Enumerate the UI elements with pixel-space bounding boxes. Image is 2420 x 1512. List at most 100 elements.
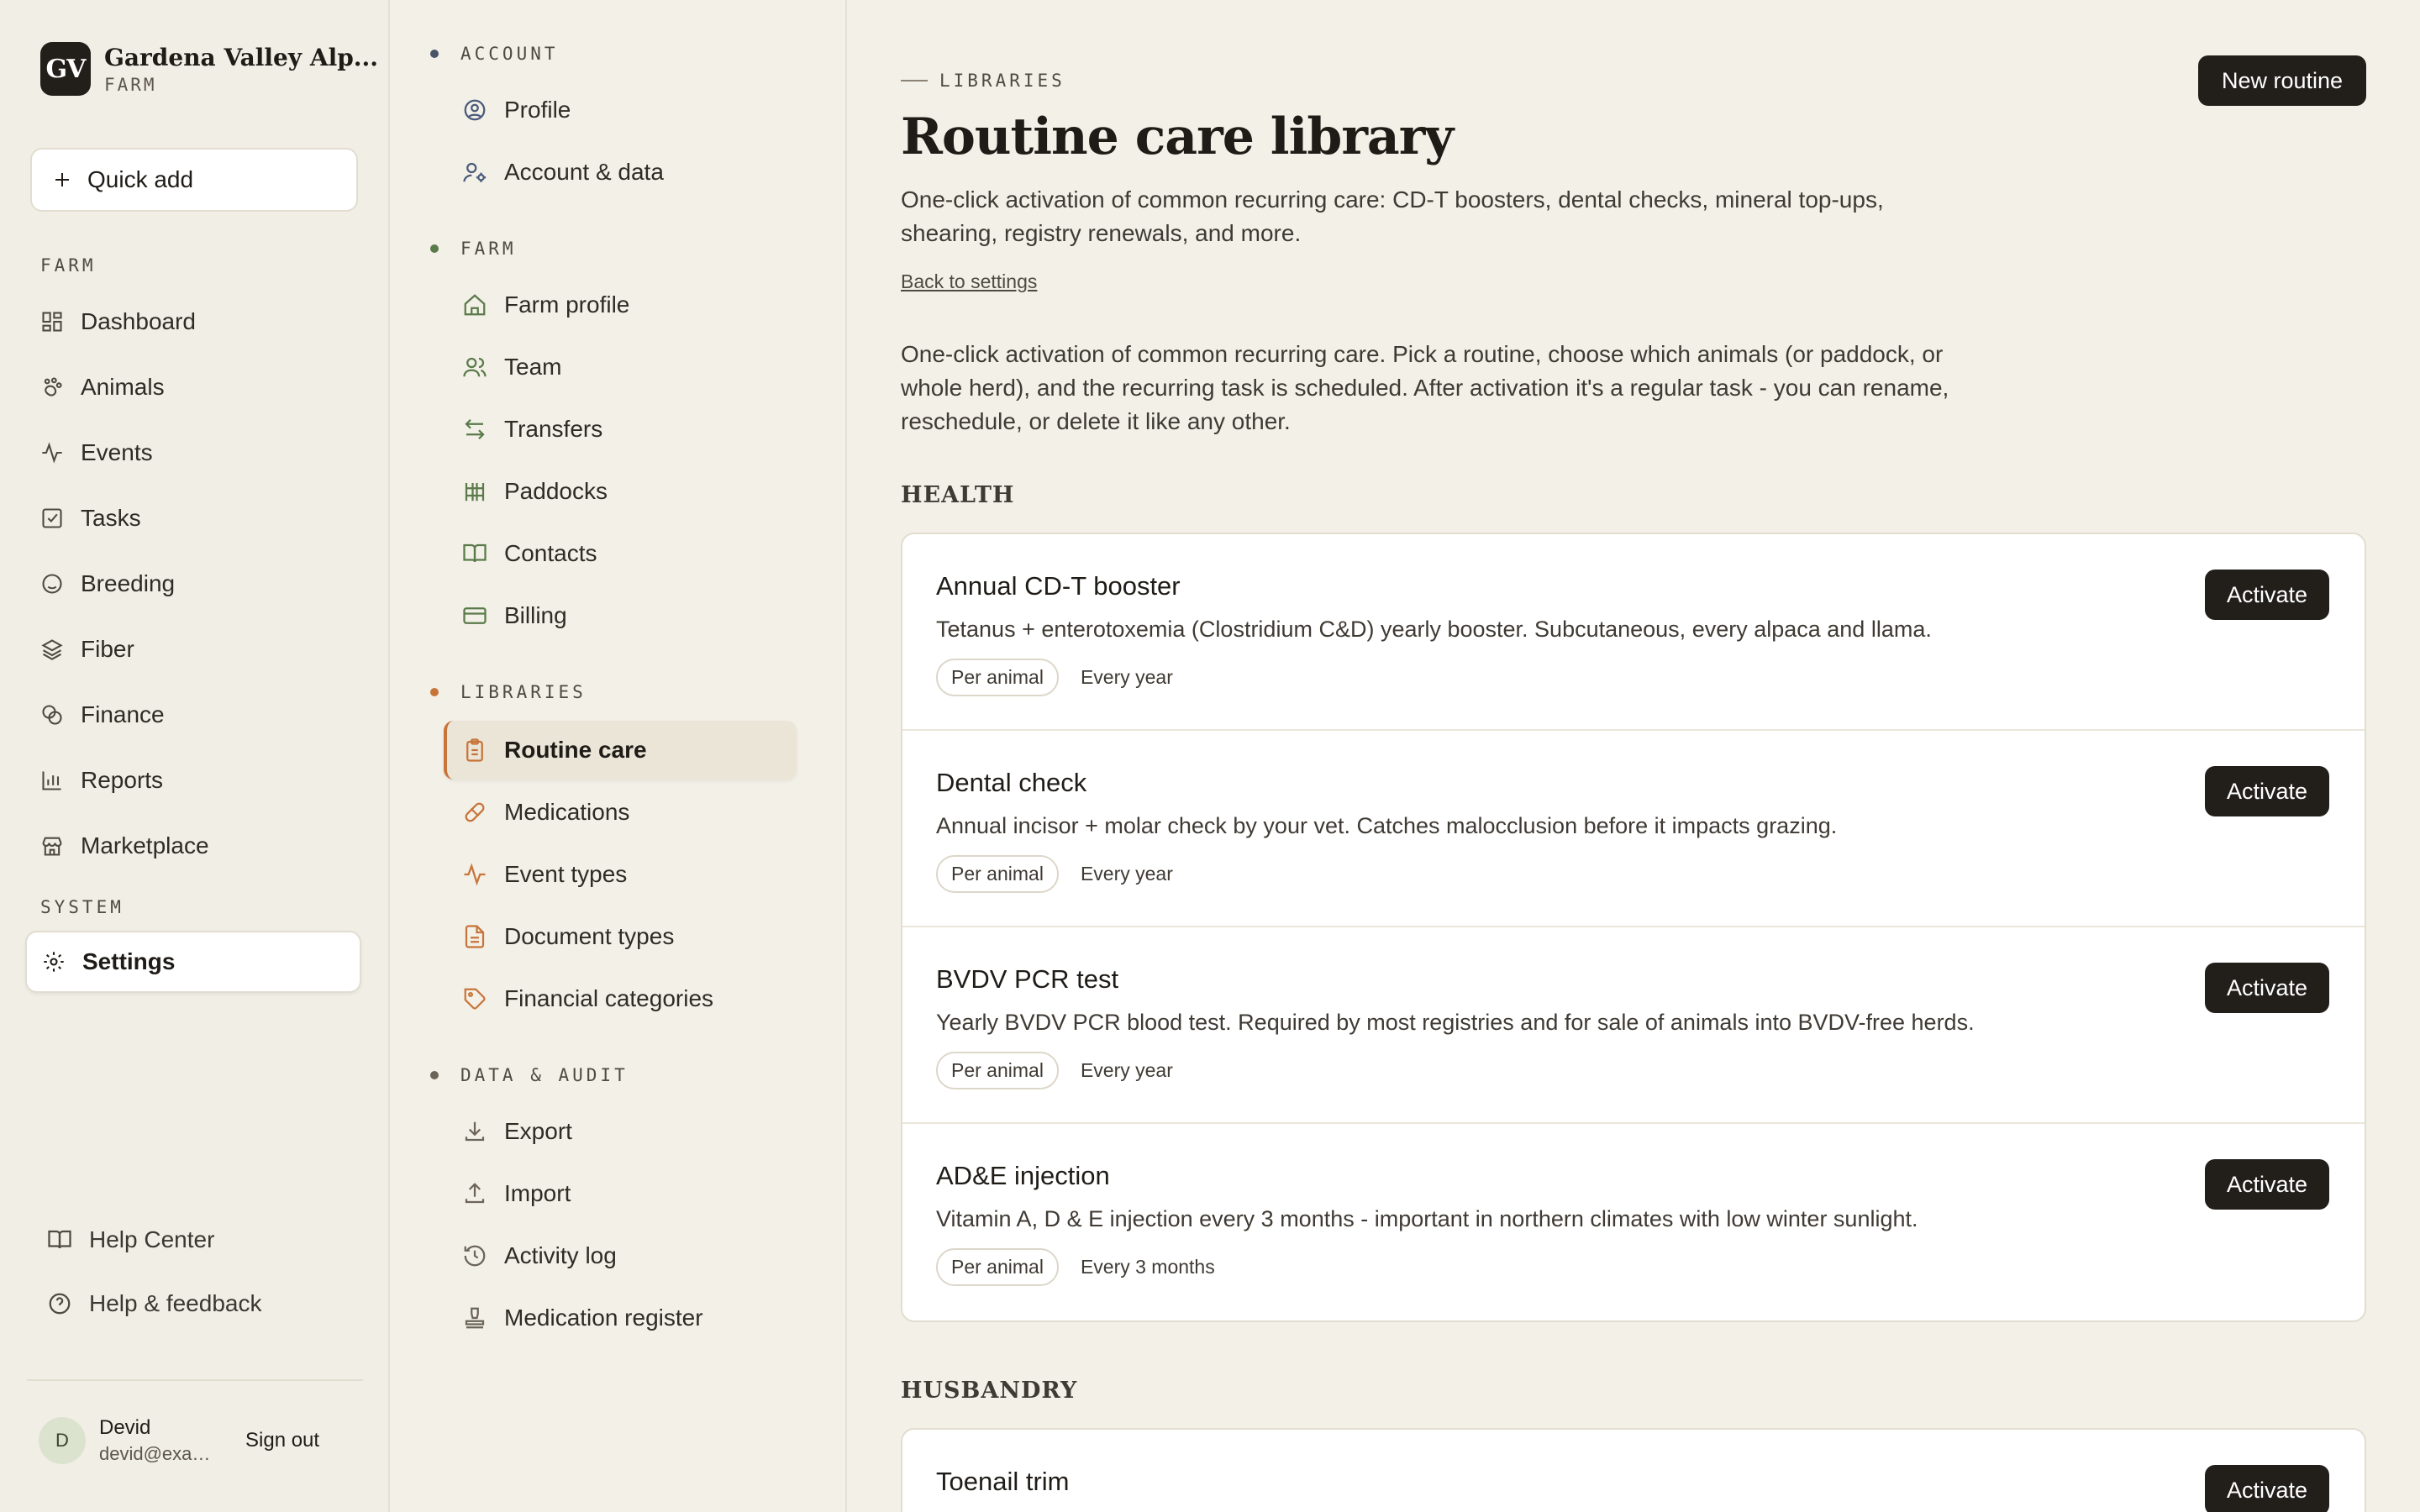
subnav-item-paddocks[interactable]: Paddocks (444, 462, 797, 521)
subnav-item-team[interactable]: Team (444, 338, 797, 396)
subnav-item-label: Transfers (504, 416, 603, 442)
bar-chart-icon (42, 771, 61, 790)
sidebar-item-label: Tasks (81, 505, 141, 531)
routine-title: BVDV PCR test (936, 964, 1119, 994)
new-routine-button[interactable]: New routine (2198, 55, 2366, 106)
activate-button[interactable]: Activate (2205, 570, 2329, 620)
sidebar-item-tasks[interactable]: Tasks (25, 487, 361, 549)
subnav-item-label: Profile (504, 97, 571, 123)
subnav-item-import[interactable]: Import (444, 1164, 797, 1223)
page-title: Routine care library (901, 108, 1454, 166)
subnav-item-export[interactable]: Export (444, 1102, 797, 1161)
subnav-item-financial-categories[interactable]: Financial categories (444, 969, 797, 1028)
subnav-item-farm-profile[interactable]: Farm profile (444, 276, 797, 334)
subnav-section-account: ACCOUNT (430, 44, 559, 64)
routine-list-husbandry: Toenail trim Activate (901, 1428, 2366, 1512)
subnav-item-label: Medication register (504, 1305, 703, 1331)
quick-add-label: Quick add (87, 166, 194, 192)
quick-add-button[interactable]: Quick add (30, 148, 358, 212)
subnav-item-event-types[interactable]: Event types (444, 845, 797, 904)
scope-badge: Per animal (936, 1248, 1059, 1286)
subnav-item-label: Team (504, 354, 562, 380)
farm-type-label: FARM (104, 74, 157, 95)
subnav-section-title: LIBRARIES (460, 682, 587, 702)
sidebar-item-reports[interactable]: Reports (25, 749, 361, 811)
subnav-item-label: Document types (504, 923, 675, 949)
routine-card: BVDV PCR test Yearly BVDV PCR blood test… (902, 927, 2365, 1124)
sidebar-item-animals[interactable]: Animals (25, 356, 361, 418)
subnav-item-label: Account & data (504, 159, 664, 185)
page-eyebrow: LIBRARIES (901, 71, 1065, 91)
routine-card: AD&E injection Vitamin A, D & E injectio… (902, 1124, 2365, 1320)
check-square-icon (42, 508, 62, 528)
subnav-item-label: Billing (504, 602, 567, 628)
activate-button[interactable]: Activate (2205, 766, 2329, 816)
fence-icon (465, 483, 485, 501)
farm-switcher[interactable]: GV Gardena Valley Alp... FARM (40, 42, 378, 96)
subnav-item-profile[interactable]: Profile (444, 81, 797, 139)
activate-button[interactable]: Activate (2205, 963, 2329, 1013)
settings-subnav: ACCOUNT Profile Account & data FARM Farm… (390, 0, 847, 1512)
sidebar-item-events[interactable]: Events (25, 422, 361, 484)
sidebar-item-label: Breeding (81, 570, 176, 596)
subnav-item-routine-care[interactable]: Routine care (444, 721, 797, 780)
routine-description: Tetanus + enterotoxemia (Clostridium C&D… (936, 617, 1932, 642)
sidebar-item-dashboard[interactable]: Dashboard (25, 291, 361, 353)
routine-card: Annual CD-T booster Tetanus + enterotoxe… (902, 534, 2365, 731)
activity-icon (464, 863, 486, 886)
subnav-item-medication-register[interactable]: Medication register (444, 1289, 797, 1347)
sidebar-divider (27, 1379, 363, 1381)
subnav-item-activity-log[interactable]: Activity log (444, 1226, 797, 1285)
routine-title: AD&E injection (936, 1161, 1110, 1190)
file-text-icon (465, 925, 485, 948)
routine-card: Toenail trim Activate (902, 1430, 2365, 1512)
intro-text: One-click activation of common recurring… (901, 341, 1949, 434)
subnav-item-label: Import (504, 1180, 571, 1206)
sidebar-item-finance[interactable]: Finance (25, 684, 361, 746)
help-center-link[interactable]: Help Center (47, 1226, 214, 1253)
sidebar-item-label: Reports (81, 767, 164, 793)
subnav-item-label: Medications (504, 799, 630, 825)
sidebar-section-farm: FARM (40, 255, 97, 276)
subnav-section-farm: FARM (430, 239, 517, 259)
section-dot (430, 244, 439, 253)
subnav-item-document-types[interactable]: Document types (444, 907, 797, 966)
sidebar-item-fiber[interactable]: Fiber (25, 618, 361, 680)
help-feedback-link[interactable]: Help & feedback (47, 1290, 261, 1317)
store-icon (42, 837, 62, 856)
sidebar-item-label: Fiber (81, 636, 134, 662)
subnav-item-account-data[interactable]: Account & data (444, 143, 797, 202)
frequency-label: Every year (1080, 666, 1173, 688)
subnav-item-contacts[interactable]: Contacts (444, 524, 797, 583)
sign-out-button[interactable]: Sign out (245, 1429, 319, 1452)
activate-button[interactable]: Activate (2205, 1465, 2329, 1512)
credit-card-icon (463, 607, 487, 624)
subnav-item-label: Paddocks (504, 478, 608, 504)
farm-name: Gardena Valley Alp... (104, 43, 379, 71)
subnav-section-libraries: LIBRARIES (430, 682, 587, 702)
home-icon (464, 294, 486, 316)
routine-description: Vitamin A, D & E injection every 3 month… (936, 1206, 1918, 1231)
upload-icon (465, 1183, 485, 1204)
subnav-item-medications[interactable]: Medications (444, 783, 797, 842)
subnav-item-transfers[interactable]: Transfers (444, 400, 797, 459)
layers-icon (41, 639, 63, 660)
section-dot (430, 50, 439, 58)
subnav-item-label: Contacts (504, 540, 597, 566)
farm-logo: GV (40, 42, 91, 96)
scope-badge: Per animal (936, 659, 1059, 696)
sidebar-item-breeding[interactable]: Breeding (25, 553, 361, 615)
subnav-item-billing[interactable]: Billing (444, 586, 797, 645)
back-to-settings-link[interactable]: Back to settings (901, 270, 1037, 293)
sidebar-item-marketplace[interactable]: Marketplace (25, 815, 361, 877)
frequency-label: Every 3 months (1080, 1256, 1215, 1278)
group-title-health: HEALTH (901, 482, 1015, 508)
book-open-icon (463, 543, 487, 563)
sidebar-item-label: Settings (82, 948, 176, 974)
help-circle-icon (49, 1293, 71, 1315)
user-menu: D Devid devid@example.com Sign out (39, 1416, 319, 1465)
sidebar-item-settings[interactable]: Settings (25, 931, 361, 993)
download-icon (465, 1121, 485, 1142)
subnav-item-label: Export (504, 1118, 572, 1144)
activate-button[interactable]: Activate (2205, 1159, 2329, 1210)
